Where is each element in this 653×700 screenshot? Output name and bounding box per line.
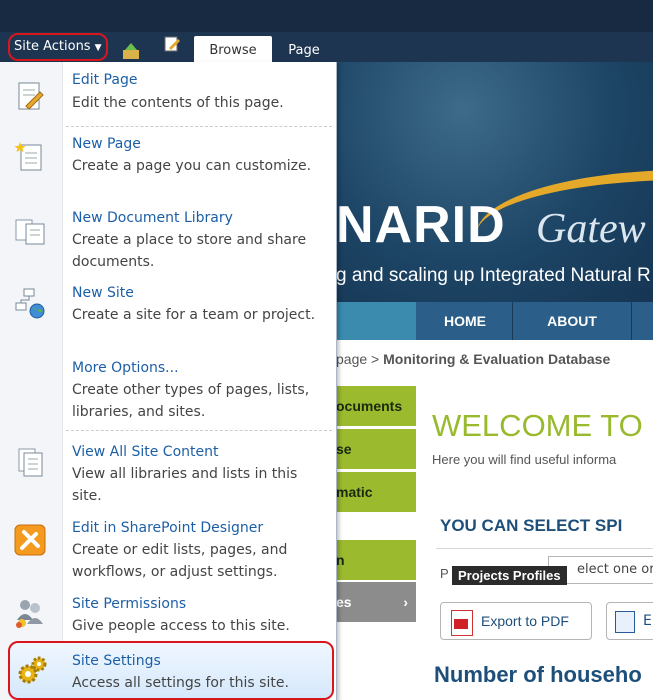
welcome-subtext: Here you will find useful informa bbox=[432, 452, 617, 467]
export-word-button[interactable]: E bbox=[606, 602, 653, 640]
tab-browse[interactable]: Browse bbox=[194, 36, 272, 62]
sidebar-item-es[interactable]: es › bbox=[336, 582, 416, 622]
export-pdf-label: Export to PDF bbox=[481, 613, 569, 629]
tooltip: Projects Profiles bbox=[452, 566, 567, 585]
site-actions-label: Site Actions bbox=[14, 39, 91, 54]
document-library-icon bbox=[15, 219, 45, 245]
menu-item-description: Create a page you can customize. bbox=[72, 158, 312, 174]
menu-item-edit-in-sharepoint-designer[interactable]: Edit in SharePoint Designer Create or ed… bbox=[0, 516, 336, 584]
sidebar-item-label: ocuments bbox=[336, 398, 403, 414]
site-actions-menu: Edit Page Edit the contents of this page… bbox=[0, 62, 337, 700]
site-logo-text: NARID bbox=[336, 196, 506, 254]
select-heading: YOU CAN SELECT SPI bbox=[440, 516, 623, 535]
new-page-icon bbox=[14, 142, 42, 171]
menu-item-new-site[interactable]: New Site Create a site for a team or pro… bbox=[0, 283, 336, 351]
menu-item-description: Create a place to store and share docume… bbox=[72, 232, 307, 270]
menu-item-description: Give people access to this site. bbox=[72, 618, 290, 634]
menu-item-description: Create a site for a team or project. bbox=[72, 307, 316, 323]
divider bbox=[436, 548, 653, 549]
site-actions-button[interactable]: Site Actions ▼ bbox=[8, 33, 108, 61]
menu-item-description: Create other types of pages, lists, libr… bbox=[72, 382, 310, 420]
tab-page[interactable]: Page bbox=[278, 36, 330, 62]
select-label: P bbox=[440, 566, 449, 581]
edit-icon[interactable] bbox=[163, 35, 181, 53]
settings-gear-icon bbox=[18, 656, 47, 684]
menu-item-site-permissions[interactable]: Site Permissions Give people access to t… bbox=[0, 592, 336, 640]
sharepoint-designer-icon bbox=[14, 524, 46, 556]
menu-item-description: View all libraries and lists in this sit… bbox=[72, 466, 298, 504]
breadcrumb-current: Monitoring & Evaluation Database bbox=[383, 351, 611, 367]
chevron-right-icon: › bbox=[403, 594, 408, 610]
menu-item-new-document-library[interactable]: New Document Library Create a place to s… bbox=[0, 208, 336, 276]
navigate-up-icon[interactable] bbox=[122, 42, 140, 60]
nav-about[interactable]: ABOUT bbox=[513, 302, 632, 340]
site-tagline: g and scaling up Integrated Natural R bbox=[336, 265, 651, 286]
menu-item-title: View All Site Content bbox=[72, 444, 219, 460]
menu-item-more-options[interactable]: More Options... Create other types of pa… bbox=[0, 358, 336, 426]
menu-item-title: Edit in SharePoint Designer bbox=[72, 520, 264, 536]
export-pdf-button[interactable]: Export to PDF bbox=[440, 602, 592, 640]
sidebar-item-database[interactable]: se bbox=[336, 429, 416, 469]
breadcrumb-prefix[interactable]: page > bbox=[336, 351, 379, 367]
breadcrumb: page > Monitoring & Evaluation Database bbox=[336, 351, 610, 367]
menu-item-site-settings[interactable]: Site Settings Access all settings for th… bbox=[8, 641, 334, 700]
menu-item-description: Edit the contents of this page. bbox=[72, 95, 284, 111]
chevron-down-icon: ▼ bbox=[94, 43, 102, 53]
menu-separator bbox=[66, 430, 332, 431]
site-content-icon bbox=[18, 448, 43, 477]
ribbon-top-strip bbox=[0, 0, 653, 32]
menu-item-view-all-site-content[interactable]: View All Site Content View all libraries… bbox=[0, 440, 336, 508]
sidebar-item-label: matic bbox=[336, 484, 373, 500]
new-site-icon bbox=[15, 288, 45, 319]
menu-item-title: More Options... bbox=[72, 360, 179, 376]
permissions-icon bbox=[16, 600, 43, 628]
edit-page-icon bbox=[18, 82, 44, 110]
word-icon bbox=[615, 611, 635, 633]
menu-item-title: New Document Library bbox=[72, 210, 233, 226]
menu-item-title: New Page bbox=[72, 136, 141, 152]
sidebar-item-n[interactable]: n bbox=[336, 540, 416, 580]
sidebar-item-thematic[interactable]: matic bbox=[336, 472, 416, 512]
export-word-label: E bbox=[643, 613, 652, 629]
menu-separator bbox=[66, 126, 332, 127]
menu-item-title: Site Settings bbox=[72, 653, 161, 669]
site-logo-secondary: Gatew bbox=[536, 206, 646, 252]
pdf-icon bbox=[451, 610, 473, 636]
menu-item-title: Edit Page bbox=[72, 72, 138, 88]
menu-item-description: Create or edit lists, pages, and workflo… bbox=[72, 542, 288, 580]
menu-item-title: Site Permissions bbox=[72, 596, 187, 612]
sidebar-item-label: n bbox=[336, 552, 345, 568]
sidebar-item-documents[interactable]: ocuments bbox=[336, 386, 416, 426]
menu-item-edit-page[interactable]: Edit Page Edit the contents of this page… bbox=[0, 68, 336, 124]
nav-accent bbox=[336, 302, 416, 340]
sidebar-item-label: se bbox=[336, 441, 352, 457]
sidebar-item-label: es bbox=[336, 594, 352, 610]
menu-item-new-page[interactable]: New Page Create a page you can customize… bbox=[0, 134, 336, 202]
menu-item-description: Access all settings for this site. bbox=[72, 675, 289, 691]
menu-item-title: New Site bbox=[72, 285, 134, 301]
welcome-heading: WELCOME TO bbox=[432, 408, 643, 443]
households-heading: Number of househo bbox=[434, 662, 642, 687]
nav-home[interactable]: HOME bbox=[418, 302, 513, 340]
